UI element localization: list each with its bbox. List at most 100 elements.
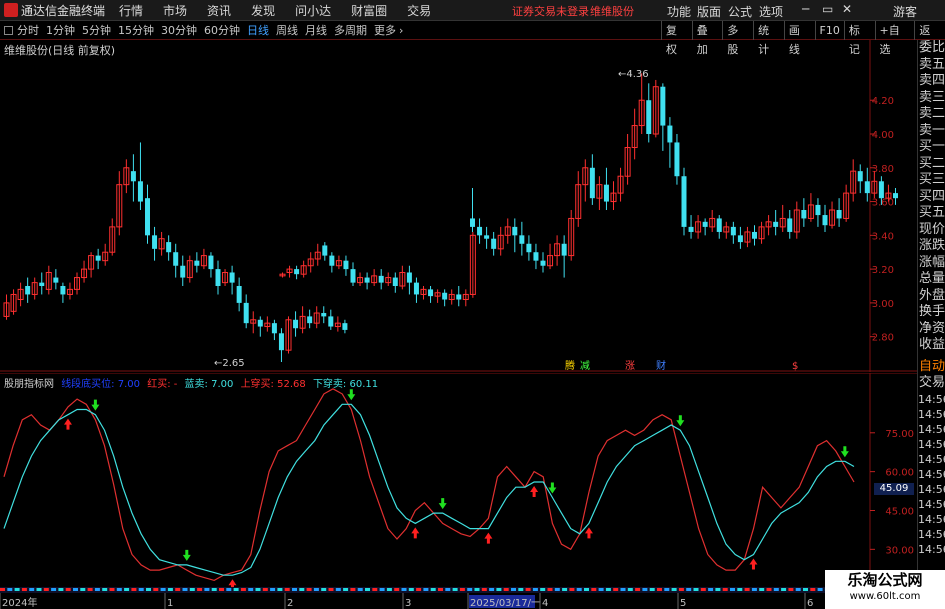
date-label-7: 6: [807, 598, 813, 609]
candle-body-down: [716, 218, 722, 232]
trade-time-5: 14:56: [918, 467, 945, 481]
candle-body-down: [773, 221, 779, 227]
candle-body-down: [180, 265, 186, 278]
date-strip-dash: [182, 588, 188, 591]
sub-y-tick-label: 30.00: [885, 545, 914, 556]
login-alert[interactable]: 证券交易未登录: [512, 3, 589, 19]
date-strip-dash: [131, 588, 137, 591]
quote-field-list: 委比 卖五 卖四 卖三 卖二 卖一 买一 买二 买三 买四 买五 现价 涨跌 涨幅 总量 外盘 换手 净资 收益: [918, 40, 945, 354]
menu-gongshi[interactable]: 公式: [728, 3, 752, 20]
period-week[interactable]: 周线: [276, 22, 298, 38]
trade-time-4: 14:56: [918, 452, 945, 466]
candle-body-down: [603, 184, 609, 202]
menu-zixun[interactable]: 资讯: [207, 2, 231, 19]
date-strip-dash: [489, 588, 495, 591]
quote-field-14: 总量: [918, 271, 945, 286]
trade-time-9: 14:56: [918, 527, 945, 541]
menu-gongneng[interactable]: 功能: [667, 3, 691, 20]
toolbar-square-icon[interactable]: [4, 25, 13, 35]
btn-tongji[interactable]: 统计: [753, 21, 784, 56]
candle-body-down: [660, 86, 666, 126]
quote-field-0: 委比: [918, 40, 945, 55]
menu-xuanxiang[interactable]: 选项: [759, 3, 783, 20]
date-strip-dash: [496, 588, 502, 591]
user-label[interactable]: 游客: [893, 3, 917, 20]
date-strip-dash: [569, 588, 575, 591]
btn-fuquan[interactable]: 复权: [661, 21, 692, 56]
candle-body-down: [589, 167, 595, 199]
chevron-right-icon[interactable]: ›: [399, 24, 403, 37]
buy-arrow-icon: [530, 486, 539, 497]
period-multi[interactable]: 多周期: [334, 22, 367, 38]
indicator-legend: 股朋指标网 线段底买位: 7.00 红买: - 蓝卖: 7.00 上穿买: 52…: [4, 375, 378, 390]
candle-body-down: [737, 235, 743, 243]
restore-icon[interactable]: ▭: [822, 2, 833, 16]
menu-shichang[interactable]: 市场: [163, 2, 187, 19]
btn-diejia[interactable]: 叠加: [691, 21, 723, 56]
date-label-0: 2024年: [2, 596, 37, 609]
indicator-chart[interactable]: 75.00 60.00 45.00 30.00 股朋指标网 线段底买位: 7.00 红…: [0, 372, 917, 591]
indicator-line-0: [3, 388, 855, 582]
alert-stock-name[interactable]: 维维股份: [590, 3, 634, 19]
quote-field-12: 涨跌: [918, 238, 945, 253]
sub-y-tick-label: 60.00: [885, 468, 914, 479]
btn-biaoji[interactable]: 标记: [843, 21, 875, 56]
date-strip-dash: [350, 588, 356, 591]
btn-duogu[interactable]: 多股: [722, 21, 753, 56]
period-day[interactable]: 日线: [247, 22, 269, 38]
period-fenshi[interactable]: 分时: [17, 22, 39, 38]
period-5min[interactable]: 5分钟: [82, 22, 111, 38]
period-15min[interactable]: 15分钟: [118, 22, 154, 38]
menu-hangqing[interactable]: 行情: [119, 2, 143, 19]
menu-wenxiaoda[interactable]: 问小达: [295, 2, 331, 19]
date-strip-dash: [7, 588, 13, 591]
date-strip-dash: [240, 588, 246, 591]
date-strip-dash: [138, 588, 144, 591]
btn-f10[interactable]: F10: [814, 21, 844, 40]
minimize-icon[interactable]: ─: [802, 2, 809, 16]
date-strip-dash: [167, 588, 173, 591]
date-strip-dash: [372, 588, 378, 591]
date-strip-dash: [248, 588, 254, 591]
date-strip-dash: [445, 588, 451, 591]
date-strip-dash: [452, 588, 458, 591]
event-marker-4: $: [792, 361, 798, 372]
menu-jiaoyi[interactable]: 交易: [407, 2, 431, 19]
btn-zixuan[interactable]: +自选: [874, 21, 915, 56]
date-strip-dash: [525, 588, 531, 591]
candle-body-down: [173, 252, 179, 266]
date-strip-dash: [219, 588, 224, 591]
trade-time-7: 14:56: [918, 497, 945, 511]
period-30min[interactable]: 30分钟: [161, 22, 197, 38]
btn-huaxian[interactable]: 画线: [783, 21, 815, 56]
close-icon[interactable]: ✕: [842, 2, 852, 16]
date-strip-dash: [29, 588, 35, 591]
sell-arrow-icon: [840, 446, 849, 458]
quote-field-8: 买三: [918, 172, 945, 187]
date-strip-dash: [80, 588, 86, 591]
menu-caifuquan[interactable]: 财富圈: [351, 2, 387, 19]
trade-time-6: 14:56: [918, 482, 945, 496]
date-strip-dash: [430, 588, 436, 591]
main-y-tick-label: 3.60: [872, 198, 894, 209]
date-strip-dash: [547, 588, 553, 591]
period-month[interactable]: 月线: [305, 22, 327, 38]
date-strip-dash: [386, 588, 392, 591]
auto-label[interactable]: 自动: [918, 359, 945, 376]
menu-faxian[interactable]: 发现: [251, 2, 275, 19]
period-more[interactable]: 更多: [374, 22, 396, 38]
date-strip-dash: [270, 588, 276, 591]
date-strip-dash: [321, 588, 327, 591]
date-strip-dash: [124, 588, 130, 591]
btn-fanhui[interactable]: 返回: [914, 21, 945, 56]
date-axis-bar[interactable]: 2024年 1 2 3 2025/03/17/一 4 5 6: [0, 587, 917, 609]
period-1min[interactable]: 1分钟: [46, 22, 75, 38]
date-strip-dash: [781, 588, 787, 591]
candle-body-down: [836, 210, 842, 219]
menu-banmian[interactable]: 版面: [697, 3, 721, 20]
trade-label[interactable]: 交易: [918, 375, 945, 392]
candlestick-chart[interactable]: 4.20 4.00 3.80 3.60 3.40 3.20 3.00 2.80 ←4.36 ←2.…: [0, 40, 917, 372]
period-toolbar: 分时 1分钟 5分钟 15分钟 30分钟 60分钟 日线 周线 月线 多周期 更…: [0, 21, 945, 56]
period-60min[interactable]: 60分钟: [204, 22, 240, 38]
date-strip-dash: [116, 588, 122, 591]
